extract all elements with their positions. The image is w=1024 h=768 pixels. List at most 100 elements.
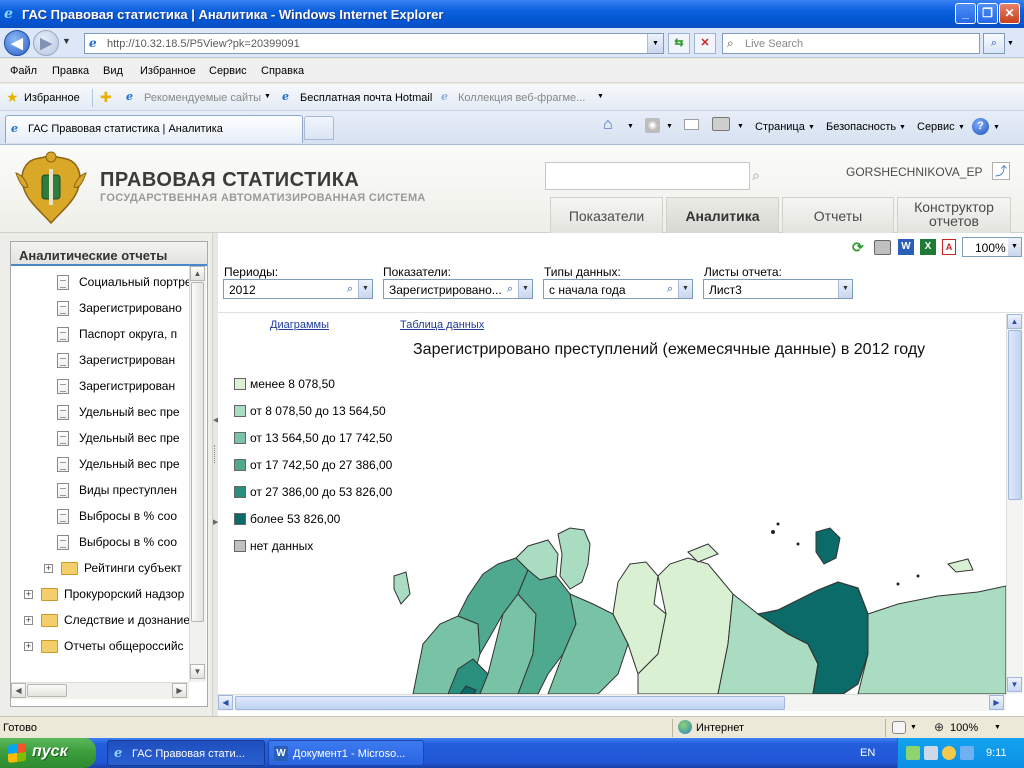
tree-item[interactable]: Удельный вес пре xyxy=(57,431,180,457)
tree-folder[interactable]: + Рейтинги субъект xyxy=(44,561,182,587)
tab-reports[interactable]: Отчеты xyxy=(782,197,894,233)
new-tab-button[interactable] xyxy=(304,116,334,140)
favorites-item-suggested[interactable]: Рекомендуемые сайты xyxy=(144,92,261,104)
page-menu[interactable]: Страница xyxy=(755,121,805,133)
menu-favorites[interactable]: Избранное xyxy=(140,65,196,77)
chevron-down-icon[interactable]: ▼ xyxy=(958,124,965,131)
menu-help[interactable]: Справка xyxy=(261,65,304,77)
map-region[interactable] xyxy=(796,542,800,546)
chevron-down-icon[interactable]: ▼ xyxy=(993,124,1000,131)
menu-view[interactable]: Вид xyxy=(103,65,123,77)
chevron-down-icon[interactable]: ▼ xyxy=(518,280,532,298)
tree-folder[interactable]: + Следствие и дознание xyxy=(24,613,189,639)
export-pdf-icon[interactable]: A xyxy=(942,239,956,255)
tree-item[interactable]: Зарегистрирован xyxy=(57,379,175,405)
export-word-icon[interactable]: W xyxy=(898,239,914,255)
forward-button[interactable]: ▶ xyxy=(33,30,59,56)
scroll-up-icon[interactable]: ▲ xyxy=(190,266,205,281)
expand-icon[interactable]: + xyxy=(24,642,33,652)
chevron-down-icon[interactable]: ▼ xyxy=(1008,238,1021,256)
minimize-button[interactable]: _ xyxy=(955,3,976,24)
tray-network-icon[interactable] xyxy=(906,746,920,760)
content-vertical-scrollbar[interactable]: ▲ ▼ xyxy=(1006,314,1023,694)
scroll-thumb[interactable] xyxy=(1008,330,1022,500)
tree-item[interactable]: Удельный вес пре xyxy=(57,457,180,483)
tray-security-icon[interactable] xyxy=(942,746,956,760)
tree-item[interactable]: Удельный вес пре xyxy=(57,405,180,431)
search-icon[interactable]: ⌕ xyxy=(662,281,678,297)
menu-edit[interactable]: Правка xyxy=(52,65,89,77)
favorites-button[interactable]: Избранное xyxy=(24,92,80,104)
tree-folder[interactable]: + Отчеты общероссийс xyxy=(24,639,184,665)
home-icon[interactable]: ⌂ xyxy=(603,116,613,134)
chevron-down-icon[interactable]: ▼ xyxy=(264,93,271,100)
safety-menu[interactable]: Безопасность xyxy=(826,121,896,133)
menu-file[interactable]: Файл xyxy=(10,65,37,77)
tray-monitor-icon[interactable] xyxy=(924,746,938,760)
language-indicator[interactable]: EN xyxy=(860,747,875,759)
stop-icon[interactable]: ✕ xyxy=(694,33,716,54)
tab-report-builder[interactable]: Конструктор отчетов xyxy=(897,197,1011,233)
chevron-down-icon[interactable]: ▼ xyxy=(666,123,673,130)
search-icon[interactable]: ⌕ xyxy=(342,281,358,297)
tray-app-icon[interactable] xyxy=(960,746,974,760)
chevron-down-icon[interactable]: ▼ xyxy=(678,280,692,298)
filter-data-types-select[interactable]: с начала года ⌕ ▼ xyxy=(543,279,693,299)
favorites-item-webslices[interactable]: Коллекция веб-фрагме... xyxy=(458,92,585,104)
map-region[interactable] xyxy=(916,574,920,578)
expand-icon[interactable]: + xyxy=(24,616,33,626)
tab-analytics[interactable]: Аналитика xyxy=(666,197,779,233)
chevron-down-icon[interactable]: ▼ xyxy=(358,280,372,298)
feeds-icon[interactable]: ◉ xyxy=(645,118,660,133)
tab-indicators[interactable]: Показатели xyxy=(550,197,663,233)
russia-region-map[interactable] xyxy=(218,314,1006,694)
zoom-select[interactable]: 100% ▼ xyxy=(962,237,1022,257)
chevron-down-icon[interactable]: ▼ xyxy=(737,123,744,130)
taskbar-item-word[interactable]: W Документ1 - Microso... xyxy=(268,740,424,766)
chevron-down-icon[interactable]: ▼ xyxy=(597,93,604,100)
scroll-up-icon[interactable]: ▲ xyxy=(1007,314,1022,329)
taskbar-item-ie[interactable]: e ГАС Правовая стати... xyxy=(107,740,265,766)
scroll-thumb[interactable] xyxy=(235,696,785,710)
chevron-down-icon[interactable]: ▼ xyxy=(994,724,1001,731)
scroll-down-icon[interactable]: ▼ xyxy=(1007,677,1022,692)
tree-folder[interactable]: + Прокурорский надзор xyxy=(24,587,184,613)
export-excel-icon[interactable]: X xyxy=(920,239,936,255)
protected-mode-icon[interactable] xyxy=(892,721,906,734)
address-field[interactable]: e http://10.32.18.5/P5View?pk=20399091 ▼ xyxy=(84,33,664,54)
tree-item[interactable]: Виды преступлен xyxy=(57,483,177,509)
scroll-left-icon[interactable]: ◀ xyxy=(11,683,26,698)
map-region[interactable] xyxy=(947,558,974,573)
map-region[interactable] xyxy=(857,585,1006,694)
scroll-thumb[interactable] xyxy=(27,684,67,697)
refresh-icon[interactable]: ⇆ xyxy=(668,33,690,54)
map-region[interactable] xyxy=(557,527,591,590)
favorites-item-hotmail[interactable]: Бесплатная почта Hotmail xyxy=(300,92,432,104)
help-icon[interactable]: ? xyxy=(972,118,989,135)
tree-item[interactable]: Зарегистрировано xyxy=(57,301,182,327)
back-button[interactable]: ◀ xyxy=(4,30,30,56)
print-icon[interactable] xyxy=(712,117,730,131)
menu-tools[interactable]: Сервис xyxy=(209,65,247,77)
chevron-down-icon[interactable]: ▼ xyxy=(899,124,906,131)
search-icon[interactable]: ⌕ xyxy=(502,281,518,297)
scroll-thumb[interactable] xyxy=(191,282,204,622)
search-icon[interactable]: ⌕ xyxy=(752,167,768,183)
chevron-down-icon[interactable]: ▼ xyxy=(627,123,634,130)
filter-sheets-select[interactable]: Лист3 ▼ xyxy=(703,279,853,299)
tree-item[interactable]: Выбросы в % соо xyxy=(57,535,177,561)
add-favorites-icon[interactable]: ✚ xyxy=(100,89,112,106)
map-region[interactable] xyxy=(776,522,780,526)
start-button[interactable]: пуск xyxy=(0,738,96,768)
address-dropdown-icon[interactable]: ▼ xyxy=(647,34,663,53)
map-region[interactable] xyxy=(896,582,900,586)
scroll-down-icon[interactable]: ▼ xyxy=(190,664,205,679)
tree-item[interactable]: Выбросы в % соо xyxy=(57,509,177,535)
expand-icon[interactable]: + xyxy=(24,590,33,600)
zoom-icon[interactable]: ⊕ xyxy=(934,720,944,734)
scroll-left-icon[interactable]: ◀ xyxy=(218,695,233,710)
tree-item[interactable]: Паспорт округа, п xyxy=(57,327,177,353)
tree-item[interactable]: Социальный портрет xyxy=(57,275,189,301)
tree-vertical-scrollbar[interactable]: ▲ ▼ xyxy=(189,266,206,682)
close-button[interactable]: ✕ xyxy=(999,3,1020,24)
